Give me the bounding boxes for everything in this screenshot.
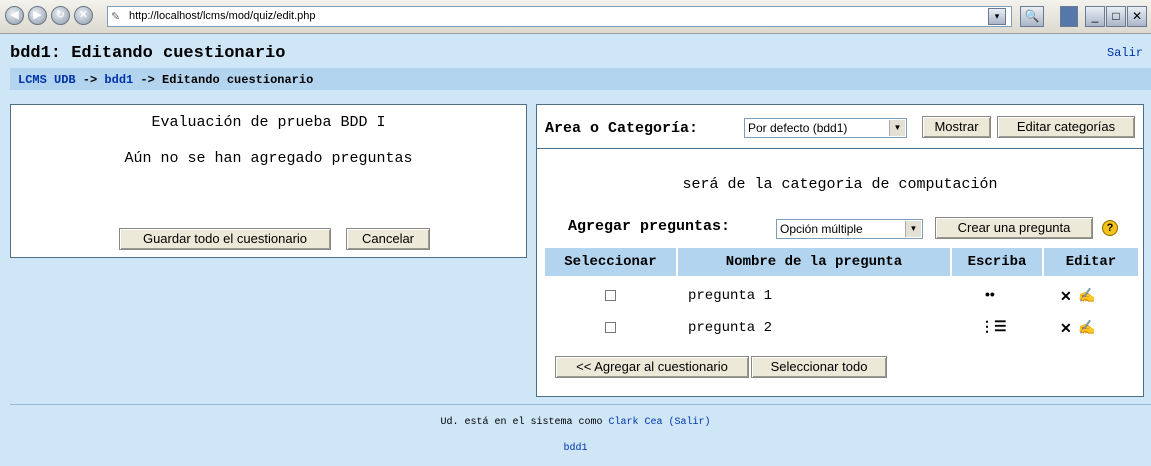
breadcrumb-current: Editando cuestionario bbox=[162, 73, 314, 87]
create-question-button[interactable]: Crear una pregunta bbox=[935, 217, 1093, 239]
address-bar[interactable]: http://localhost/lcms/mod/quiz/edit.php bbox=[107, 6, 1012, 27]
page-title: bdd1: Editando cuestionario bbox=[10, 44, 286, 63]
column-header-name: Nombre de la pregunta bbox=[678, 248, 950, 276]
column-header-select: Seleccionar bbox=[545, 248, 676, 276]
question-checkbox[interactable] bbox=[605, 290, 616, 301]
add-questions-label: Agregar preguntas: bbox=[568, 218, 731, 235]
column-header-edit: Editar bbox=[1044, 248, 1138, 276]
delete-icon[interactable]: ✕ bbox=[1060, 288, 1072, 305]
category-label: Area o Categoría: bbox=[545, 120, 699, 137]
footer-divider bbox=[10, 404, 1151, 405]
stop-icon[interactable]: ✕ bbox=[74, 6, 93, 25]
cancel-button[interactable]: Cancelar bbox=[346, 228, 430, 250]
footer-logout-link[interactable]: (Salir) bbox=[669, 417, 711, 428]
question-name: pregunta 2 bbox=[688, 320, 773, 336]
empty-quiz-message: Aún no se han agregado preguntas bbox=[124, 150, 413, 167]
minimize-button[interactable]: _ bbox=[1085, 6, 1105, 27]
breadcrumb: LCMS UDB -> bdd1 -> Editando cuestionari… bbox=[18, 73, 313, 87]
breadcrumb-course[interactable]: bdd1 bbox=[104, 73, 133, 87]
edit-icon[interactable]: ✍ bbox=[1078, 319, 1095, 336]
login-info: Ud. está en el sistema como Clark Cea (S… bbox=[0, 417, 1151, 428]
edit-categories-button[interactable]: Editar categorías bbox=[997, 116, 1135, 138]
logout-link[interactable]: Salir bbox=[1107, 46, 1143, 60]
show-button[interactable]: Mostrar bbox=[922, 116, 991, 138]
edit-icon[interactable]: ✍ bbox=[1078, 287, 1095, 304]
multichoice-type-icon: •• bbox=[985, 286, 995, 302]
page-menu-icon[interactable] bbox=[1060, 6, 1078, 27]
category-select[interactable]: Por defecto (bdd1) ▼ bbox=[744, 118, 907, 138]
back-arrow-icon[interactable]: ◀ bbox=[5, 6, 24, 25]
footer-course-link[interactable]: bdd1 bbox=[0, 443, 1151, 454]
refresh-icon[interactable]: ↻ bbox=[51, 6, 70, 25]
quiz-name: Evaluación de prueba BDD I bbox=[151, 114, 386, 131]
category-description: será de la categoria de computación bbox=[682, 176, 998, 193]
divider bbox=[536, 148, 1144, 149]
add-to-quiz-button[interactable]: << Agregar al cuestionario bbox=[555, 356, 749, 378]
question-type-value: Opción múltiple bbox=[780, 222, 863, 236]
question-type-select[interactable]: Opción múltiple ▼ bbox=[776, 219, 923, 239]
select-all-button[interactable]: Seleccionar todo bbox=[751, 356, 887, 378]
breadcrumb-home[interactable]: LCMS UDB bbox=[18, 73, 76, 87]
question-checkbox[interactable] bbox=[605, 322, 616, 333]
search-icon[interactable]: 🔍 bbox=[1020, 6, 1044, 27]
category-select-value: Por defecto (bdd1) bbox=[748, 121, 848, 135]
maximize-button[interactable]: □ bbox=[1106, 6, 1126, 27]
page-icon: ✎ bbox=[111, 11, 121, 23]
breadcrumb-separator: -> bbox=[75, 73, 105, 87]
user-link[interactable]: Clark Cea bbox=[608, 417, 662, 428]
chevron-down-icon: ▼ bbox=[905, 221, 921, 237]
help-icon[interactable]: ? bbox=[1102, 220, 1118, 236]
column-header-type: Escriba bbox=[952, 248, 1042, 276]
list-type-icon: ⋮☰ bbox=[980, 318, 1007, 334]
close-button[interactable]: ✕ bbox=[1127, 6, 1147, 27]
save-quiz-button[interactable]: Guardar todo el cuestionario bbox=[119, 228, 331, 250]
question-name: pregunta 1 bbox=[688, 288, 773, 304]
forward-arrow-icon[interactable]: ▶ bbox=[28, 6, 47, 25]
delete-icon[interactable]: ✕ bbox=[1060, 320, 1072, 337]
dropdown-icon[interactable]: ▾ bbox=[988, 8, 1006, 25]
chevron-down-icon: ▼ bbox=[889, 120, 905, 136]
breadcrumb-separator: -> bbox=[133, 73, 163, 87]
login-info-text: Ud. está en el sistema como bbox=[440, 417, 609, 428]
